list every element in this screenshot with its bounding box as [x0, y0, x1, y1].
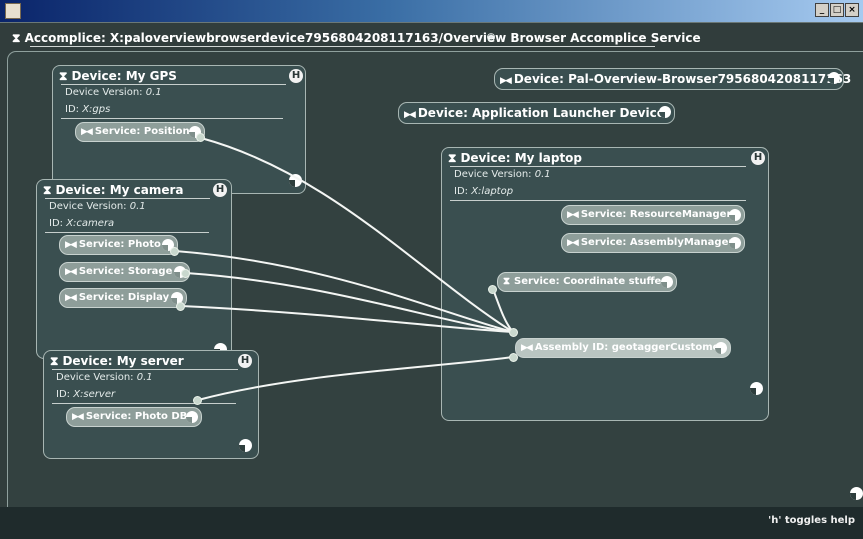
port-assembly-out[interactable]: [509, 353, 518, 362]
port-display[interactable]: [176, 302, 185, 311]
port-storage[interactable]: [181, 269, 190, 278]
minimize-button[interactable]: _: [815, 3, 829, 17]
wire-photo: [174, 250, 514, 333]
status-bar: 'h' toggles help: [0, 507, 863, 539]
port-coordinate[interactable]: [488, 285, 497, 294]
wire-photo-db: [197, 356, 514, 401]
port-photo[interactable]: [170, 247, 179, 256]
connection-wires: [174, 137, 514, 401]
window-titlebar: _ □ ×: [0, 0, 863, 22]
collapse-corner-icon[interactable]: [850, 487, 863, 500]
wire-position: [200, 137, 514, 333]
help-hint: 'h' toggles help: [768, 515, 855, 526]
overview-canvas[interactable]: ⧗ Accomplice: X:paloverviewbrowserdevice…: [0, 22, 863, 531]
close-button[interactable]: ×: [845, 3, 859, 17]
port-position[interactable]: [196, 133, 205, 142]
maximize-button[interactable]: □: [830, 3, 844, 17]
port-assembly-in[interactable]: [509, 328, 518, 337]
wire-display: [180, 305, 514, 333]
java-icon: [5, 3, 21, 19]
port-photo-db[interactable]: [193, 396, 202, 405]
